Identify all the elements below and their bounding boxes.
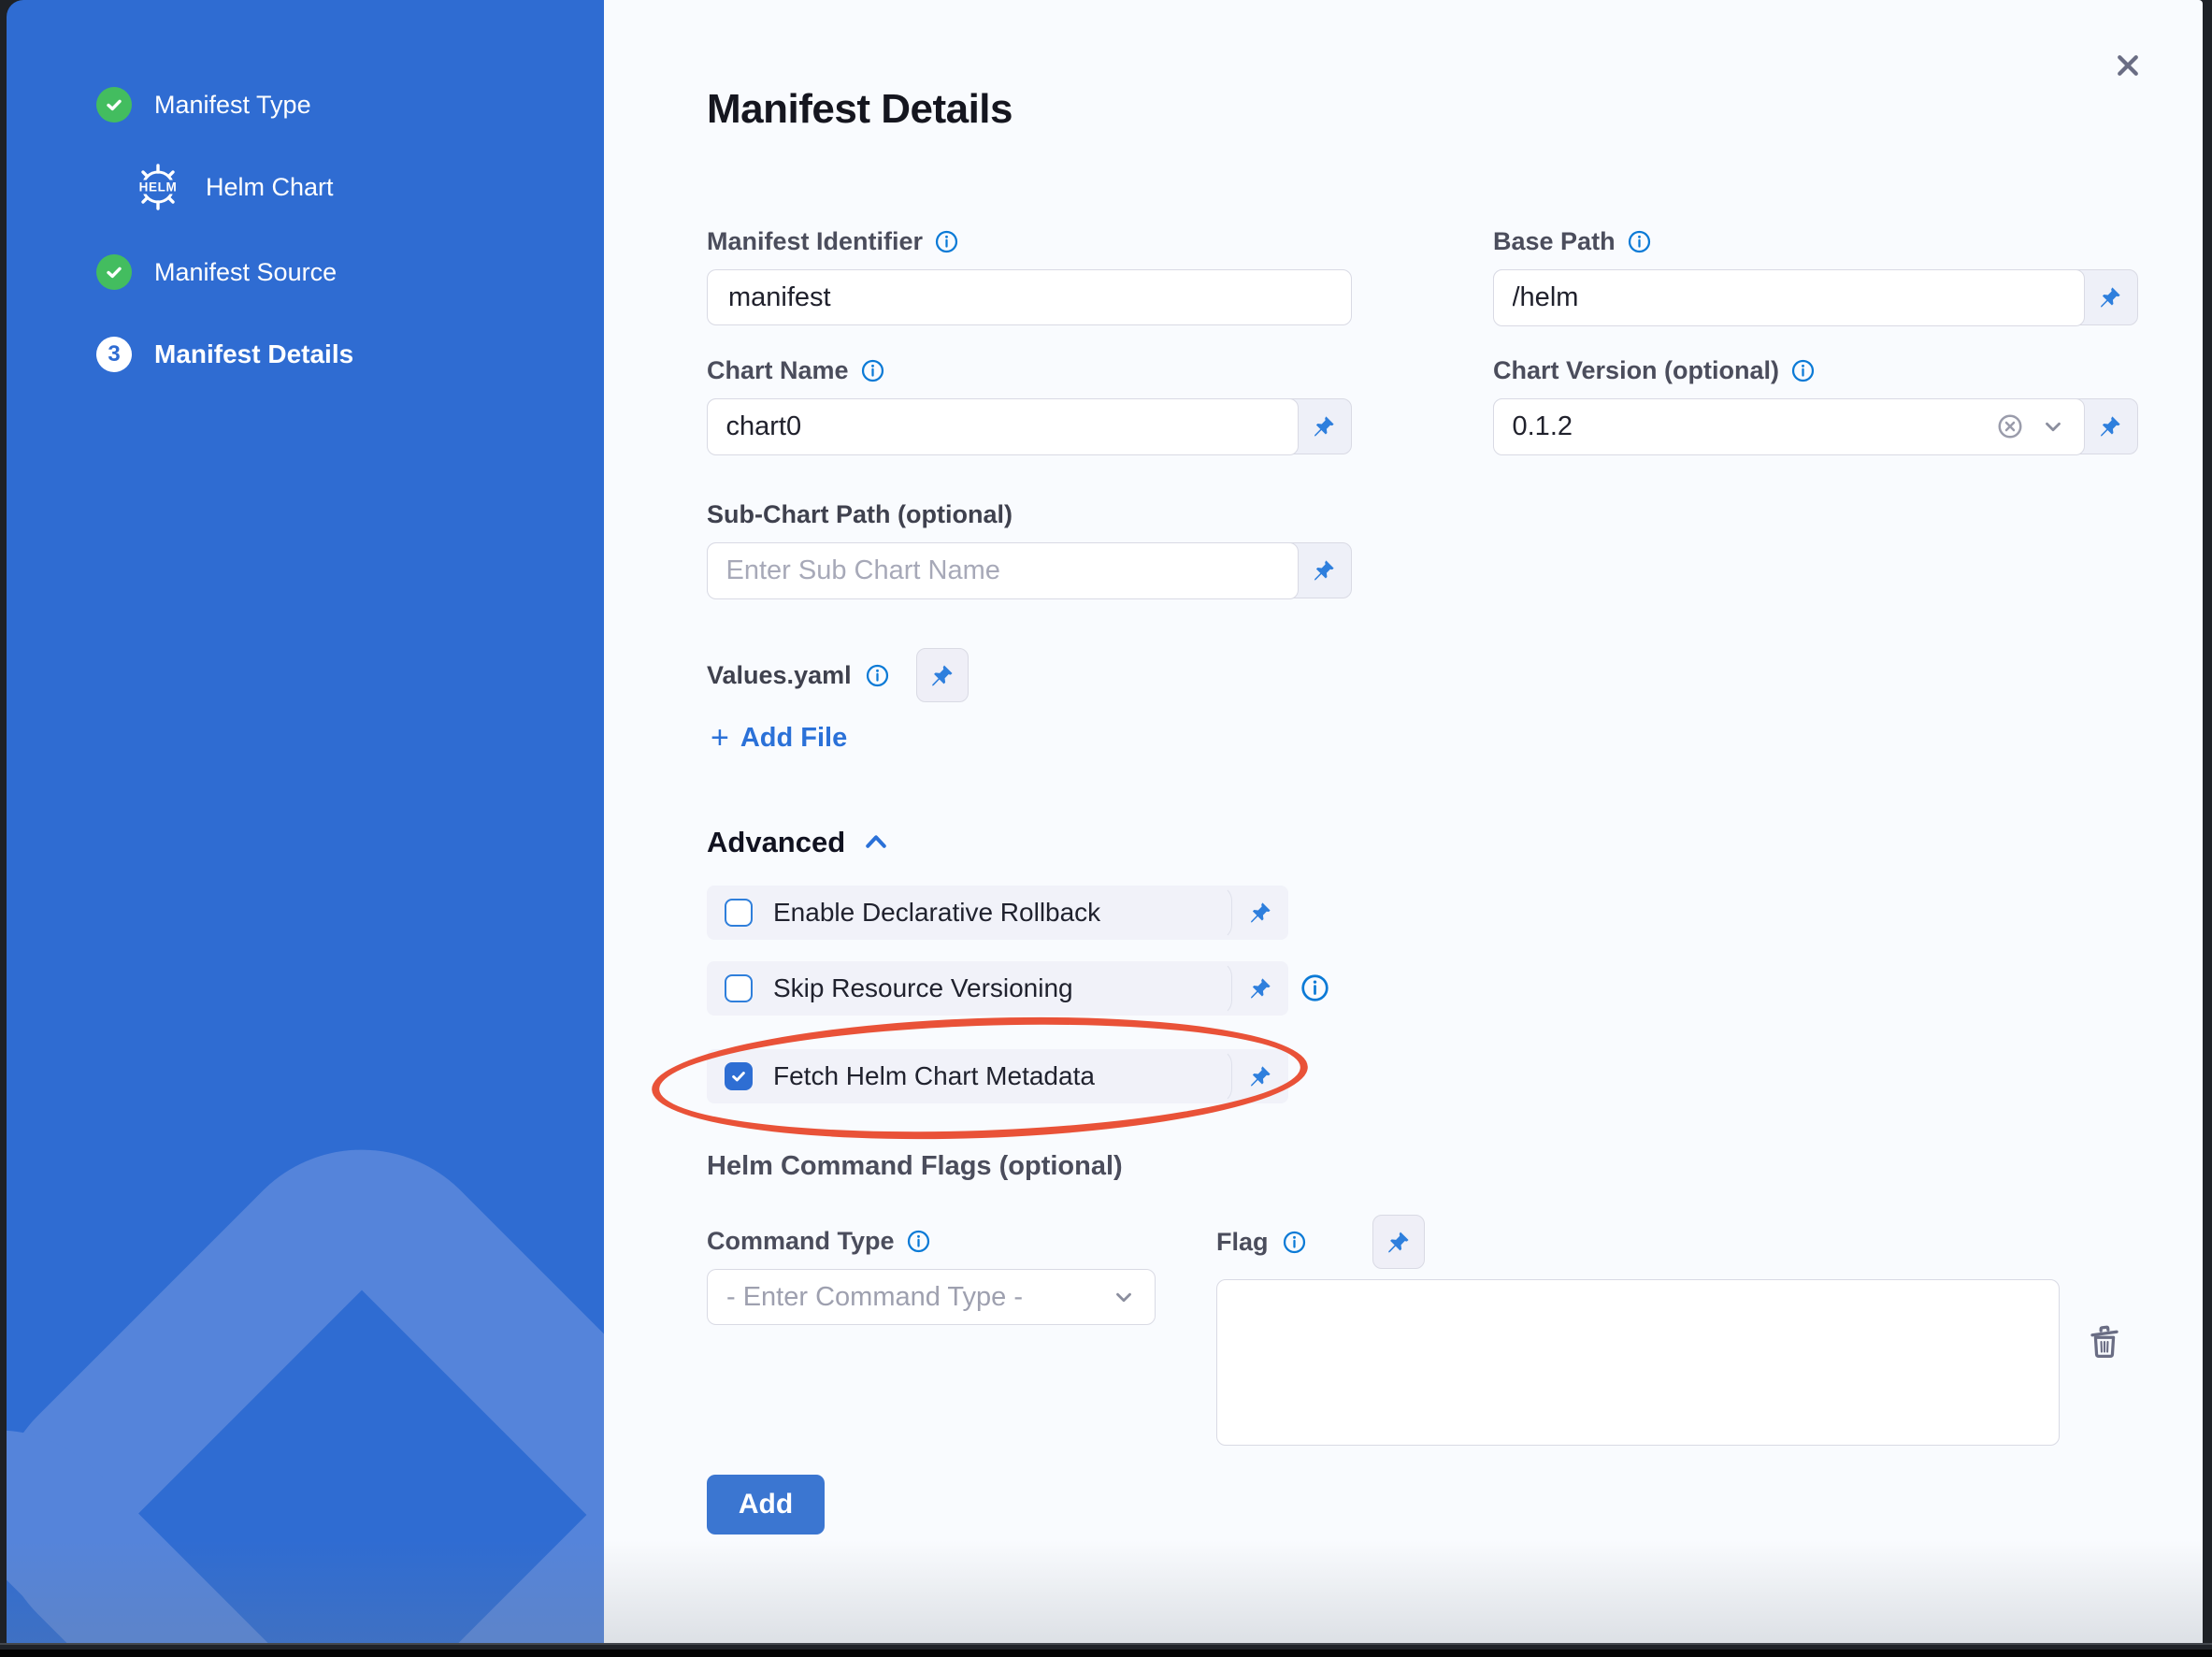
- field-base-path: Base Path: [1493, 227, 2138, 325]
- step-label: Manifest Source: [154, 258, 337, 287]
- pin-fixed-value-button[interactable]: [2083, 399, 2137, 454]
- info-icon[interactable]: [1282, 1230, 1307, 1255]
- chevron-down-icon[interactable]: [2041, 414, 2065, 439]
- page-title: Manifest Details: [707, 86, 1013, 133]
- command-type-placeholder: - Enter Command Type -: [726, 1282, 1023, 1313]
- chevron-up-icon: [862, 828, 890, 857]
- values-yaml-label: Values.yaml: [707, 661, 852, 690]
- advanced-label: Advanced: [707, 826, 845, 859]
- field-sub-chart-path: Sub-Chart Path (optional): [707, 500, 1352, 598]
- checkbox-label: Skip Resource Versioning: [773, 973, 1073, 1003]
- manifest-details-panel: Manifest Details Manifest Identifier Bas…: [604, 0, 2203, 1643]
- add-file-label: Add File: [740, 723, 847, 754]
- manifest-details-modal: Manifest Type: [7, 0, 2203, 1643]
- flag-label: Flag: [1216, 1228, 1269, 1257]
- checkbox-label: Fetch Helm Chart Metadata: [773, 1061, 1095, 1091]
- info-icon[interactable]: [860, 358, 885, 383]
- step-number-badge: 3: [96, 337, 132, 372]
- info-icon[interactable]: [1790, 358, 1816, 383]
- info-icon[interactable]: [1300, 973, 1330, 1003]
- pin-fixed-value-button[interactable]: [916, 648, 969, 702]
- flag-label-row: Flag: [1216, 1214, 1425, 1270]
- checkbox-row-fetch-helm-chart-metadata: Fetch Helm Chart Metadata: [707, 1049, 1288, 1103]
- chart-name-input[interactable]: [726, 411, 1279, 442]
- info-icon[interactable]: [934, 229, 959, 254]
- checkbox-row-enable-declarative-rollback: Enable Declarative Rollback: [707, 886, 1288, 940]
- helm-icon-text: HELM: [139, 180, 178, 195]
- sub-chart-path-input[interactable]: [726, 555, 1279, 586]
- pin-fixed-value-button[interactable]: [1297, 399, 1351, 454]
- advanced-section-toggle[interactable]: Advanced: [707, 826, 890, 859]
- field-command-type: Command Type - Enter Command Type -: [707, 1227, 1156, 1325]
- pin-fixed-value-button[interactable]: [1372, 1215, 1425, 1269]
- step-complete-check-icon: [96, 87, 132, 122]
- helm-wheel-icon: HELM: [131, 160, 185, 214]
- step-label: Manifest Type: [154, 91, 311, 120]
- manifest-identifier-label: Manifest Identifier: [707, 227, 923, 256]
- sidebar-substep-helm-chart[interactable]: HELM Helm Chart: [131, 160, 334, 214]
- sidebar-step-manifest-source[interactable]: Manifest Source: [96, 254, 337, 290]
- pin-fixed-value-button[interactable]: [1232, 1049, 1288, 1103]
- plus-icon: +: [711, 722, 729, 754]
- step-label: Manifest Details: [154, 339, 353, 369]
- pin-fixed-value-button[interactable]: [1297, 543, 1351, 598]
- checkbox-label: Enable Declarative Rollback: [773, 898, 1100, 928]
- pin-fixed-value-button[interactable]: [1232, 886, 1288, 940]
- command-type-select[interactable]: - Enter Command Type -: [707, 1269, 1156, 1325]
- field-chart-name: Chart Name: [707, 356, 1352, 454]
- close-icon[interactable]: [2107, 45, 2148, 86]
- sidebar-step-manifest-type[interactable]: Manifest Type: [96, 87, 311, 122]
- window-bottom-edge: [0, 1650, 2212, 1657]
- add-file-button[interactable]: + Add File: [711, 722, 847, 754]
- flag-textarea[interactable]: [1216, 1279, 2060, 1446]
- field-chart-version: Chart Version (optional): [1493, 356, 2138, 454]
- field-manifest-identifier: Manifest Identifier: [707, 227, 1352, 325]
- base-path-input[interactable]: [1513, 282, 2065, 313]
- checkbox-enable-declarative-rollback[interactable]: [725, 899, 753, 927]
- chart-version-input[interactable]: [1513, 411, 1979, 442]
- values-yaml-row: Values.yaml: [707, 647, 969, 703]
- checkbox-skip-resource-versioning[interactable]: [725, 974, 753, 1002]
- chevron-down-icon: [1112, 1285, 1136, 1309]
- checkbox-row-skip-resource-versioning: Skip Resource Versioning: [707, 961, 1288, 1016]
- sidebar-step-manifest-details[interactable]: 3 Manifest Details: [96, 337, 353, 372]
- checkbox-fetch-helm-chart-metadata[interactable]: [725, 1062, 753, 1090]
- trash-icon[interactable]: [2083, 1320, 2126, 1363]
- info-icon[interactable]: [906, 1229, 931, 1254]
- chart-name-label: Chart Name: [707, 356, 849, 385]
- pin-fixed-value-button[interactable]: [2083, 270, 2137, 324]
- chart-version-label: Chart Version (optional): [1493, 356, 1779, 385]
- pin-fixed-value-button[interactable]: [1232, 961, 1288, 1016]
- info-icon[interactable]: [1627, 229, 1652, 254]
- helm-command-flags-label: Helm Command Flags (optional): [707, 1151, 1123, 1182]
- step-complete-check-icon: [96, 254, 132, 290]
- add-button[interactable]: Add: [707, 1475, 825, 1535]
- sub-chart-path-label: Sub-Chart Path (optional): [707, 500, 1013, 529]
- manifest-identifier-input[interactable]: [707, 269, 1352, 325]
- base-path-label: Base Path: [1493, 227, 1616, 256]
- command-type-label: Command Type: [707, 1227, 895, 1256]
- clear-value-icon[interactable]: [1996, 412, 2024, 440]
- step-label: Helm Chart: [206, 173, 334, 202]
- info-icon[interactable]: [865, 663, 890, 688]
- wizard-sidebar: Manifest Type: [7, 0, 604, 1643]
